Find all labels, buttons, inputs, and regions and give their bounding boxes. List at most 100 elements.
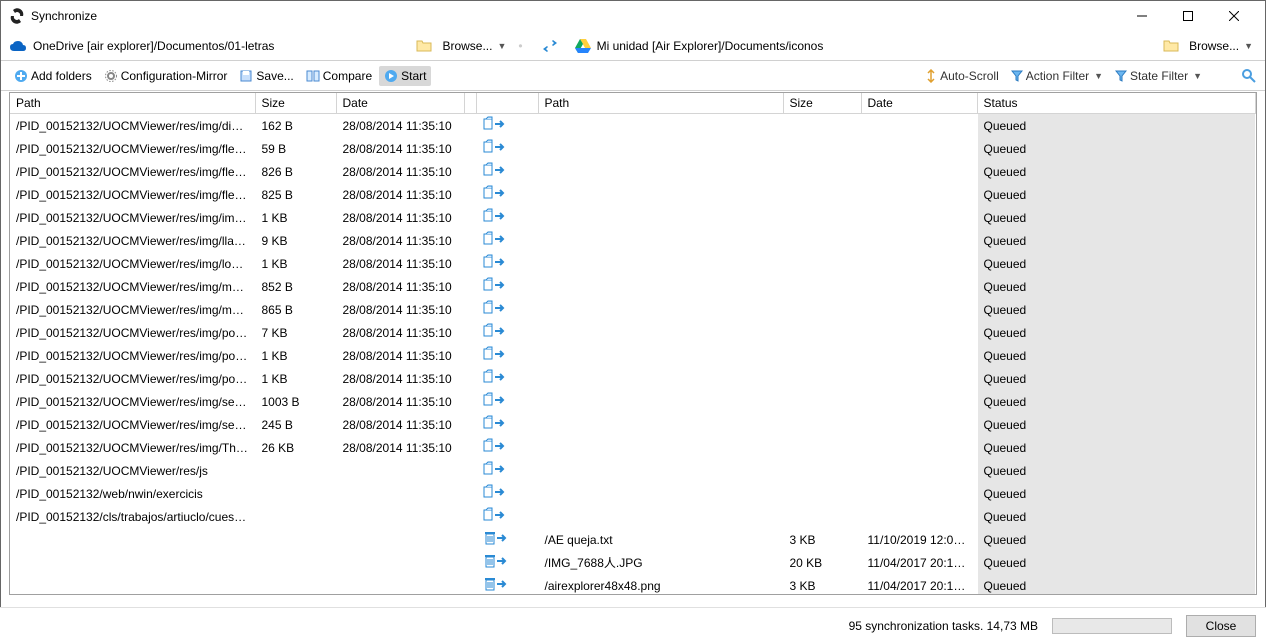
auto-scroll-button[interactable]: Auto-Scroll [920,66,1004,86]
cell-size-left: 825 B [255,183,336,206]
maximize-button[interactable] [1165,1,1211,31]
cell-date-left: 28/08/2014 11:35:10 [336,137,464,160]
table-row[interactable]: /PID_00152132/UOCMViewer/res/img/search.… [10,390,1256,413]
cell-status: Queued [977,183,1256,206]
table-row[interactable]: /PID_00152132/UOCMViewer/res/img/Thumbs.… [10,436,1256,459]
cell-action[interactable] [476,574,538,594]
google-drive-icon [575,39,591,53]
add-folders-button[interactable]: Add folders [9,66,97,86]
cell-size-left: 865 B [255,298,336,321]
browse-right-button[interactable]: Browse...▼ [1185,37,1257,55]
cell-date-left [336,574,464,594]
table-row[interactable]: /AE queja.txt3 KB11/10/2019 12:02:54Queu… [10,528,1256,551]
config-mirror-button[interactable]: Configuration-Mirror [99,66,233,86]
cell-date-left: 28/08/2014 11:35:10 [336,229,464,252]
table-row[interactable]: /PID_00152132/UOCMViewer/res/img/logo.gi… [10,252,1256,275]
table-row[interactable]: /PID_00152132/UOCMViewer/res/img/senefa.… [10,413,1256,436]
cell-action[interactable] [476,436,538,459]
cell-action[interactable] [476,528,538,551]
cell-date-left: 28/08/2014 11:35:10 [336,160,464,183]
cell-date-left: 28/08/2014 11:35:10 [336,413,464,436]
table-row[interactable]: /PID_00152132/UOCMViewer/res/jsQueued [10,459,1256,482]
copy-right-icon [483,323,509,339]
cell-action[interactable] [476,321,538,344]
cell-action[interactable] [476,367,538,390]
cell-action[interactable] [476,482,538,505]
table-row[interactable]: /PID_00152132/UOCMViewer/res/img/llapis.… [10,229,1256,252]
copy-right-icon [483,277,509,293]
cell-action[interactable] [476,505,538,528]
copy-right-icon [483,484,509,500]
cell-size-right [783,160,861,183]
right-path[interactable]: Mi unidad [Air Explorer]/Documents/icono… [597,39,824,53]
browse-left-button[interactable]: Browse...▼ [438,37,510,55]
table-row[interactable]: /PID_00152132/UOCMViewer/res/img/mes.gif… [10,298,1256,321]
table-row[interactable]: /PID_00152132/UOCMViewer/res/img/portada… [10,321,1256,344]
table-row[interactable]: /PID_00152132/cls/trabajos/artiuclo/cues… [10,505,1256,528]
table-row[interactable]: /PID_00152132/UOCMViewer/res/img/menys.g… [10,275,1256,298]
col-size-right[interactable]: Size [783,93,861,114]
cell-action[interactable] [476,298,538,321]
cell-status: Queued [977,298,1256,321]
action-filter-button[interactable]: Action Filter▼ [1006,66,1108,86]
cell-action[interactable] [476,160,538,183]
save-button[interactable]: Save... [234,66,298,86]
search-icon[interactable] [1241,68,1257,84]
cell-action[interactable] [476,390,538,413]
cell-size-left: 1003 B [255,390,336,413]
table-row[interactable]: /PID_00152132/UOCMViewer/res/img/disquet… [10,114,1256,138]
cell-action[interactable] [476,252,538,275]
col-size-left[interactable]: Size [255,93,336,114]
table-row[interactable]: /PID_00152132/UOCMViewer/res/img/postit_… [10,367,1256,390]
cell-action[interactable] [476,551,538,574]
cell-status: Queued [977,275,1256,298]
start-button[interactable]: Start [379,66,431,86]
cell-date-right [861,482,977,505]
cell-action[interactable] [476,206,538,229]
cell-date-left: 28/08/2014 11:35:10 [336,275,464,298]
state-filter-button[interactable]: State Filter▼ [1110,66,1207,86]
close-window-button[interactable] [1211,1,1257,31]
table-row[interactable]: /PID_00152132/UOCMViewer/res/img/fletxa_… [10,160,1256,183]
cell-path-left: /PID_00152132/web/nwin/exercicis [10,482,255,505]
copy-right-icon [483,208,509,224]
cell-size-right: 3 KB [783,528,861,551]
col-date-right[interactable]: Date [861,93,977,114]
cell-path-right [538,505,783,528]
cell-size-left: 59 B [255,137,336,160]
col-path-right[interactable]: Path [538,93,783,114]
cell-size-right [783,459,861,482]
compare-button[interactable]: Compare [301,66,377,86]
minimize-button[interactable] [1119,1,1165,31]
cell-action[interactable] [476,114,538,138]
table-row[interactable]: /PID_00152132/UOCMViewer/res/img/portada… [10,344,1256,367]
col-path-left[interactable]: Path [10,93,255,114]
cell-path-left: /PID_00152132/UOCMViewer/res/img/logo.gi… [10,252,255,275]
copy-right-icon [483,116,509,132]
cell-action[interactable] [476,459,538,482]
table-row[interactable]: /PID_00152132/UOCMViewer/res/img/imprimi… [10,206,1256,229]
table-row[interactable]: /PID_00152132/web/nwin/exercicisQueued [10,482,1256,505]
left-path[interactable]: OneDrive [air explorer]/Documentos/01-le… [33,39,274,53]
filter-icon [1115,70,1127,82]
toolbar: Add folders Configuration-Mirror Save...… [1,61,1265,91]
col-status[interactable]: Status [977,93,1256,114]
table-row[interactable]: /IMG_7688人.JPG20 KB11/04/2017 20:13:37Qu… [10,551,1256,574]
table-row[interactable]: /PID_00152132/UOCMViewer/res/img/flechit… [10,137,1256,160]
cell-action[interactable] [476,413,538,436]
col-date-left[interactable]: Date [336,93,464,114]
cell-action[interactable] [476,137,538,160]
table-row[interactable]: /PID_00152132/UOCMViewer/res/img/fletxa_… [10,183,1256,206]
cell-size-left: 7 KB [255,321,336,344]
cell-path-left: /PID_00152132/UOCMViewer/res/img/llapis.… [10,229,255,252]
cell-action[interactable] [476,344,538,367]
table-row[interactable]: /airexplorer48x48.png3 KB11/04/2017 20:1… [10,574,1256,594]
cell-action[interactable] [476,275,538,298]
swap-icon[interactable] [541,39,559,53]
cell-action[interactable] [476,229,538,252]
cell-status: Queued [977,367,1256,390]
grid-scroll[interactable]: Path Size Date Path Size Date Status /PI… [10,93,1256,594]
cell-action[interactable] [476,183,538,206]
close-button[interactable]: Close [1186,615,1256,637]
scroll-icon [925,69,937,83]
